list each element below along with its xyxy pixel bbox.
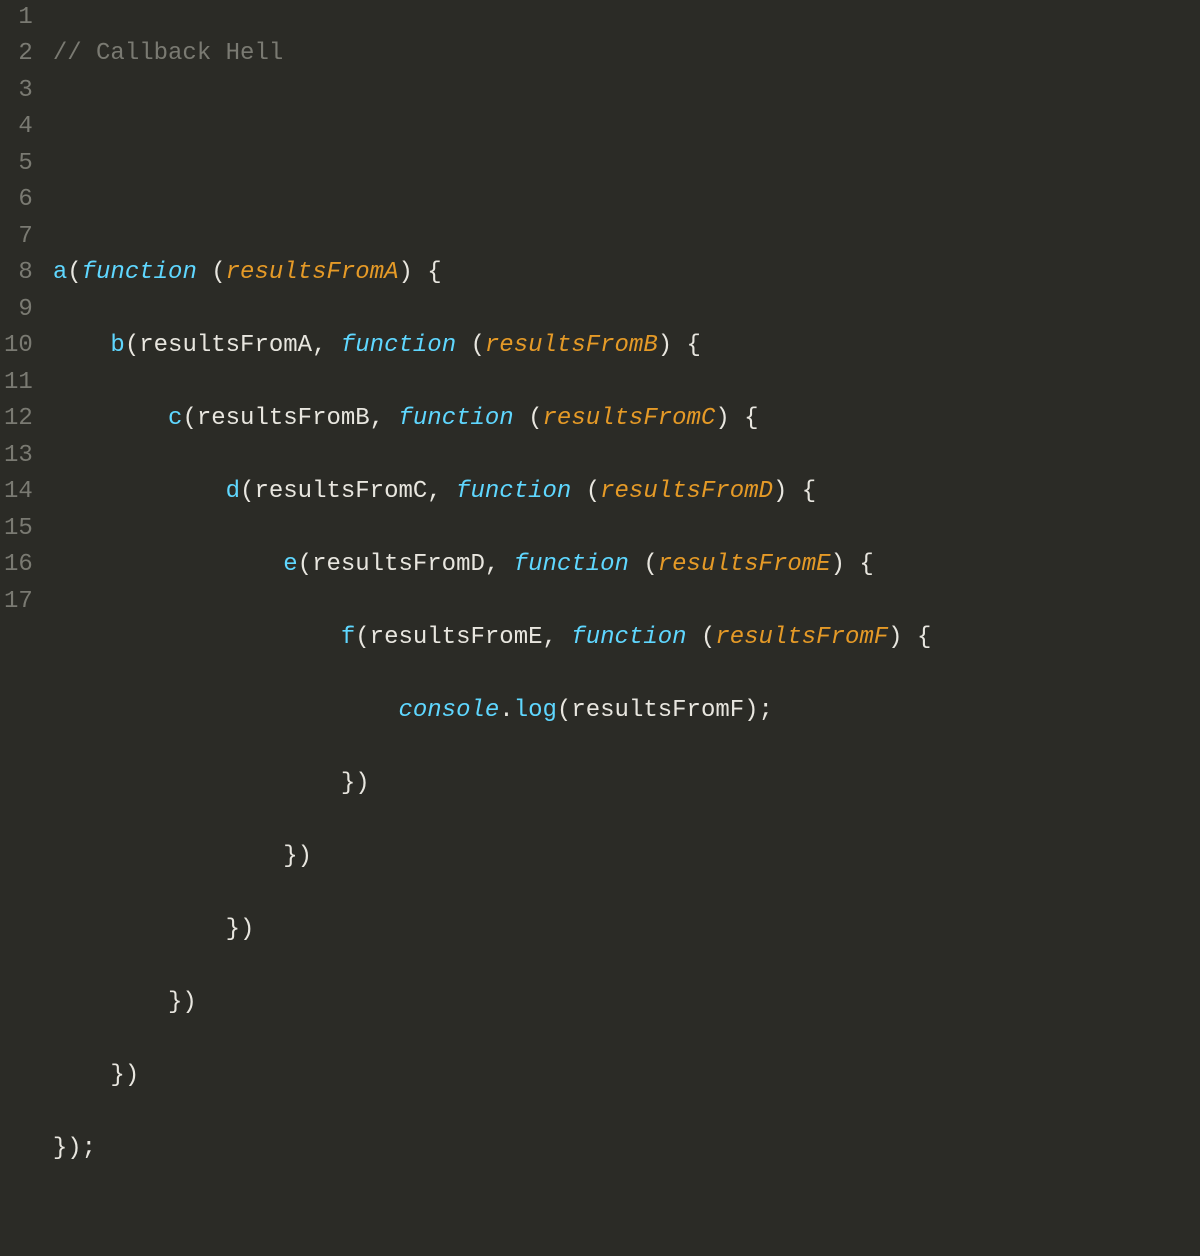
function-call: b: [110, 332, 124, 359]
close-brace: });: [53, 1135, 96, 1162]
code-line[interactable]: });: [53, 1131, 932, 1167]
line-number: 17: [4, 584, 33, 620]
parameter: resultsFromF: [715, 624, 888, 651]
code-line[interactable]: [53, 109, 932, 145]
close-brace: }): [168, 989, 197, 1016]
line-number: 4: [4, 109, 33, 145]
line-number: 12: [4, 401, 33, 437]
code-line[interactable]: }): [53, 985, 932, 1021]
keyword-function: function: [398, 405, 513, 432]
parameter: resultsFromA: [226, 259, 399, 286]
identifier: resultsFromF: [571, 697, 744, 724]
identifier: resultsFromA: [139, 332, 312, 359]
keyword-function: function: [514, 551, 629, 578]
line-number: 7: [4, 219, 33, 255]
code-line[interactable]: b(resultsFromA, function (resultsFromB) …: [53, 328, 932, 364]
code-line[interactable]: }): [53, 839, 932, 875]
code-line[interactable]: console.log(resultsFromF);: [53, 693, 932, 729]
line-number: 10: [4, 328, 33, 364]
code-editor[interactable]: 1 2 3 4 5 6 7 8 9 10 11 12 13 14 15 16 1…: [0, 0, 1200, 628]
line-number: 9: [4, 292, 33, 328]
function-call: c: [168, 405, 182, 432]
keyword-function: function: [456, 478, 571, 505]
close-brace: }): [226, 916, 255, 943]
identifier: resultsFromB: [197, 405, 370, 432]
line-number-gutter: 1 2 3 4 5 6 7 8 9 10 11 12 13 14 15 16 1…: [0, 0, 47, 628]
code-line[interactable]: [53, 1203, 932, 1239]
line-number: 11: [4, 365, 33, 401]
code-line[interactable]: e(resultsFromD, function (resultsFromE) …: [53, 547, 932, 583]
code-line[interactable]: c(resultsFromB, function (resultsFromC) …: [53, 401, 932, 437]
line-number: 16: [4, 547, 33, 583]
line-number: 2: [4, 36, 33, 72]
parameter: resultsFromB: [485, 332, 658, 359]
code-line[interactable]: }): [53, 912, 932, 948]
keyword-function: function: [82, 259, 197, 286]
code-line[interactable]: }): [53, 1058, 932, 1094]
comment: // Callback Hell: [53, 40, 283, 67]
close-brace: }): [341, 770, 370, 797]
line-number: 1: [4, 0, 33, 36]
code-line[interactable]: [53, 182, 932, 218]
code-line[interactable]: f(resultsFromE, function (resultsFromF) …: [53, 620, 932, 656]
method: log: [514, 697, 557, 724]
close-brace: }): [283, 843, 312, 870]
line-number: 13: [4, 438, 33, 474]
keyword-function: function: [341, 332, 456, 359]
parameter: resultsFromC: [543, 405, 716, 432]
code-line[interactable]: a(function (resultsFromA) {: [53, 255, 932, 291]
identifier: resultsFromD: [312, 551, 485, 578]
code-content[interactable]: // Callback Hell a(function (resultsFrom…: [47, 0, 932, 628]
line-number: 14: [4, 474, 33, 510]
keyword-function: function: [571, 624, 686, 651]
paren: (: [67, 259, 81, 286]
code-line[interactable]: }): [53, 766, 932, 802]
function-call: e: [283, 551, 297, 578]
function-call: a: [53, 259, 67, 286]
parameter: resultsFromE: [658, 551, 831, 578]
line-number: 5: [4, 146, 33, 182]
identifier: resultsFromE: [370, 624, 543, 651]
identifier: resultsFromC: [254, 478, 427, 505]
code-line[interactable]: d(resultsFromC, function (resultsFromD) …: [53, 474, 932, 510]
line-number: 6: [4, 182, 33, 218]
parameter: resultsFromD: [600, 478, 773, 505]
close-brace: }): [110, 1062, 139, 1089]
line-number: 15: [4, 511, 33, 547]
function-call: f: [341, 624, 355, 651]
function-call: d: [226, 478, 240, 505]
line-number: 8: [4, 255, 33, 291]
line-number: 3: [4, 73, 33, 109]
code-line[interactable]: // Callback Hell: [53, 36, 932, 72]
object: console: [398, 697, 499, 724]
